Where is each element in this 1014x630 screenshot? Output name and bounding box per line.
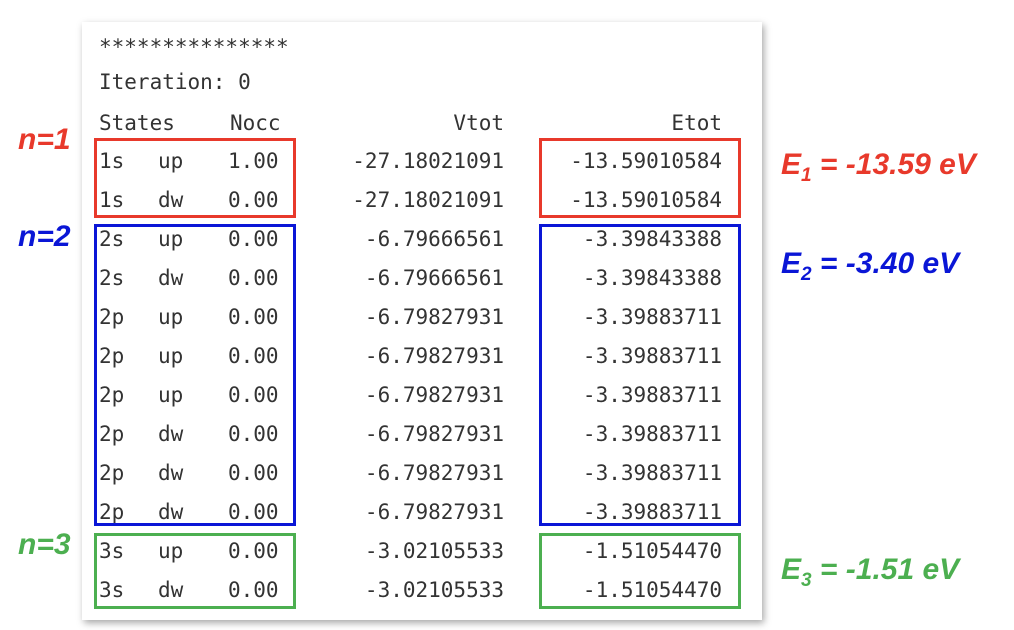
row-vtot: -6.79827931 — [364, 305, 504, 329]
shell-label-n3: n=3 — [18, 528, 71, 561]
shell-label-n2: n=2 — [18, 220, 71, 253]
row-vtot: -6.79666561 — [364, 227, 504, 251]
iteration-line: Iteration: 0 — [99, 70, 251, 94]
header-states: States — [99, 111, 175, 135]
row-vtot: -6.79666561 — [364, 266, 504, 290]
n3-states-box — [94, 533, 296, 609]
row-vtot: -3.02105533 — [364, 539, 504, 563]
row-vtot: -27.18021091 — [352, 188, 504, 212]
header-vtot: Vtot — [453, 111, 504, 135]
n1-states-box — [94, 138, 296, 218]
energy-label-e2: E2 = -3.40 eV — [781, 247, 960, 285]
header-nocc: Nocc — [230, 111, 281, 135]
row-vtot: -6.79827931 — [364, 383, 504, 407]
separator-stars: *************** — [99, 35, 289, 59]
n3-energy-box — [539, 533, 741, 609]
energy-label-e1: E1 = -13.59 eV — [781, 148, 976, 186]
n2-energy-box — [539, 224, 741, 526]
energy-label-e3: E3 = -1.51 eV — [781, 553, 960, 591]
shell-label-n1: n=1 — [18, 123, 71, 156]
row-vtot: -3.02105533 — [364, 578, 504, 602]
row-vtot: -27.18021091 — [352, 149, 504, 173]
row-vtot: -6.79827931 — [364, 422, 504, 446]
row-vtot: -6.79827931 — [364, 344, 504, 368]
row-vtot: -6.79827931 — [364, 461, 504, 485]
header-etot: Etot — [671, 111, 722, 135]
n2-states-box — [94, 224, 296, 526]
n1-energy-box — [539, 138, 741, 218]
row-vtot: -6.79827931 — [364, 500, 504, 524]
